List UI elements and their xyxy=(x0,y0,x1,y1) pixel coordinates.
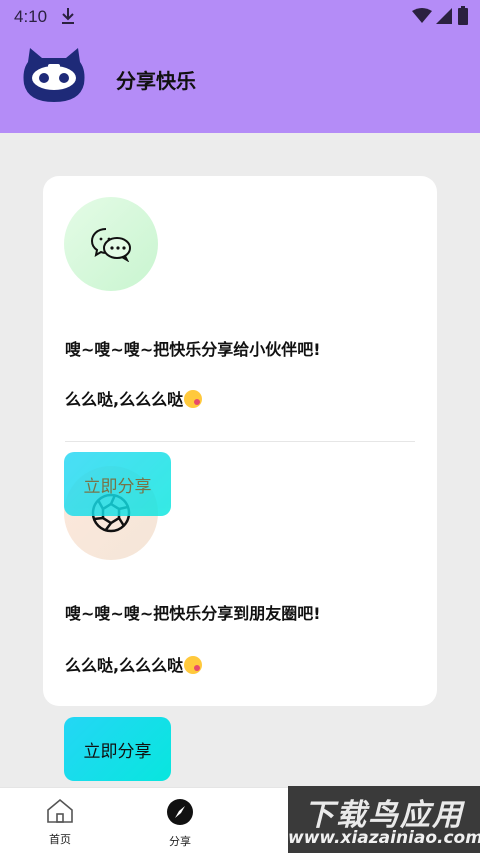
moments-share-title: 嗖~嗖~嗖~把快乐分享到朋友圈吧! xyxy=(65,604,321,623)
share-moments-button[interactable]: 立即分享 xyxy=(64,717,171,781)
kiss-emoji-icon xyxy=(184,390,203,408)
home-icon xyxy=(47,798,73,823)
download-icon xyxy=(60,6,76,30)
cellular-icon xyxy=(436,8,452,28)
compass-icon xyxy=(167,799,193,825)
status-bar: 4:10 xyxy=(0,0,480,33)
nav-label-share: 分享 xyxy=(169,835,191,848)
moments-share-subtitle: 么么哒,么么么哒 xyxy=(65,652,203,676)
watermark: 下载鸟应用 www.xiazainiao.com xyxy=(288,786,480,853)
nav-item-share[interactable]: 分享 xyxy=(150,798,210,849)
nav-label-home: 首页 xyxy=(49,833,71,846)
share-card: 嗖~嗖~嗖~把快乐分享给小伙伴吧! 么么哒,么么么哒 嗖~嗖~嗖~把快乐分享到朋… xyxy=(43,176,437,706)
wechat-share-title: 嗖~嗖~嗖~把快乐分享给小伙伴吧! xyxy=(65,340,321,359)
kiss-emoji-icon xyxy=(184,656,203,674)
page-title: 分享快乐 xyxy=(116,69,196,93)
status-time: 4:10 xyxy=(14,7,48,26)
app-header: 4:10 分享快乐 xyxy=(0,0,480,133)
nav-item-home[interactable]: 首页 xyxy=(30,798,90,847)
wechat-share-subtitle: 么么哒,么么么哒 xyxy=(65,386,203,410)
watermark-url: www.xiazainiao.com xyxy=(288,828,480,848)
share-wechat-button[interactable]: 立即分享 xyxy=(64,452,171,516)
divider xyxy=(65,441,415,442)
wechat-icon[interactable] xyxy=(64,197,158,291)
battery-icon xyxy=(458,6,468,29)
app-logo xyxy=(22,44,86,106)
wifi-icon xyxy=(412,8,432,28)
